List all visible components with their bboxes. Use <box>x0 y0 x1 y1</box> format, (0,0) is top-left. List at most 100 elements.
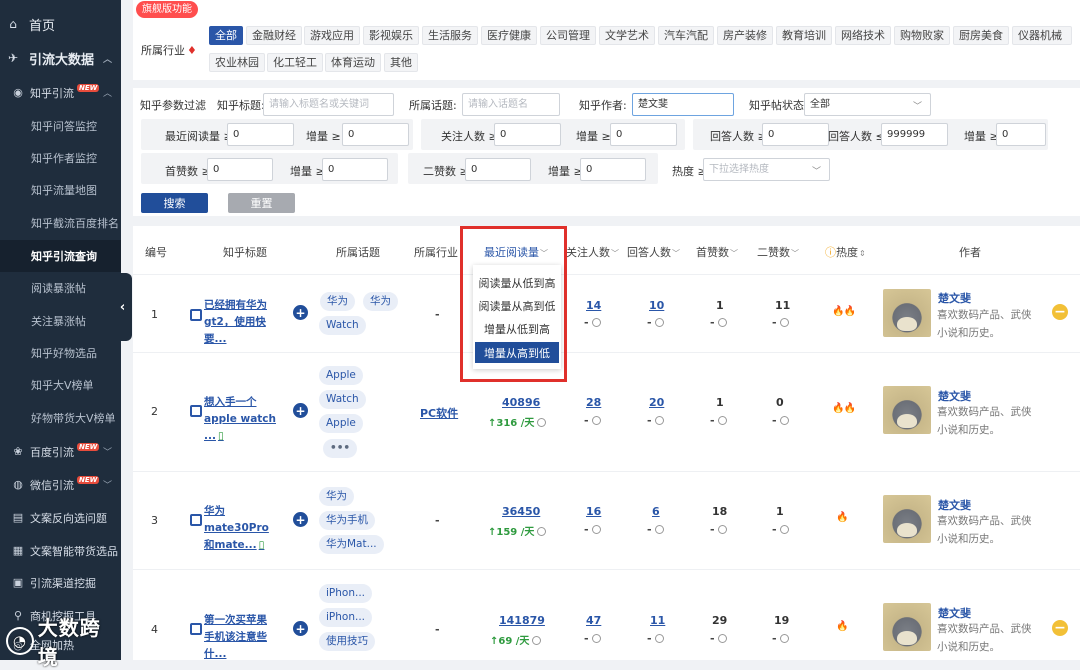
industry-link[interactable]: PC软件 <box>420 405 458 421</box>
sidebar-item-channel-mining[interactable]: ▣ 引流渠道挖掘 <box>0 566 121 599</box>
topic-tag[interactable]: 华为 <box>320 292 355 311</box>
industry-chip[interactable]: 体育运动 <box>325 53 381 72</box>
sort-option-inc-desc[interactable]: 增量从高到低 <box>475 342 559 363</box>
col-header-heat[interactable]: ⓘ热度⇕ <box>825 244 866 260</box>
follow-count[interactable]: 14 <box>586 299 601 312</box>
follow-count[interactable]: 47 <box>586 614 601 627</box>
add-icon[interactable]: + <box>293 403 308 418</box>
recent-read-input[interactable]: 0 <box>227 123 294 146</box>
industry-chip[interactable]: 网络技术 <box>835 26 891 45</box>
sidebar-item-zhihu-author-monitor[interactable]: 知乎作者监控 <box>0 142 121 174</box>
answer-count[interactable]: 10 <box>649 299 664 312</box>
remove-icon[interactable]: − <box>1052 304 1068 320</box>
topic-tag[interactable]: Watch <box>319 316 366 335</box>
read-increment-input[interactable]: 0 <box>342 123 409 146</box>
answer-max-input[interactable]: 999999 <box>881 123 948 146</box>
industry-chip[interactable]: 教育培训 <box>776 26 832 45</box>
qrcode-icon[interactable] <box>190 405 202 417</box>
sidebar-item-wenan-reverse[interactable]: ▤ 文案反向选问题 <box>0 501 121 534</box>
topic-filter-input[interactable]: 请输入话题名 <box>462 93 560 116</box>
sidebar-item-follow-surge[interactable]: 关注暴涨帖 <box>0 305 121 337</box>
industry-chip[interactable]: 农业林园 <box>209 53 265 72</box>
answer-increment-input[interactable]: 0 <box>996 123 1046 146</box>
author-name[interactable]: 楚文斐 <box>938 605 971 621</box>
topic-tag[interactable]: Watch <box>319 390 366 409</box>
sort-option-read-desc[interactable]: 阅读量从高到低 <box>475 295 559 316</box>
industry-chip[interactable]: 厨房美食 <box>953 26 1009 45</box>
sidebar-item-traffic-data[interactable]: ✈ 引流大数据 ︿ <box>0 38 121 78</box>
post-title-link[interactable]: 想入手一个apple watch ... ▯ <box>204 394 276 445</box>
answer-min-input[interactable]: 0 <box>762 123 829 146</box>
topic-tag[interactable]: 华为Mat... <box>319 535 384 554</box>
topic-tag[interactable]: iPhon... <box>319 608 372 627</box>
sidebar-item-zhihu-qa-monitor[interactable]: 知乎问答监控 <box>0 110 121 142</box>
author-avatar[interactable] <box>883 289 931 337</box>
sidebar-collapse-button[interactable]: ‹ <box>113 273 132 341</box>
answer-count[interactable]: 11 <box>650 614 665 627</box>
sidebar-item-goods-bigv[interactable]: 好物带货大V榜单 <box>0 402 121 434</box>
industry-chip[interactable]: 购物败家 <box>894 26 950 45</box>
post-title-link[interactable]: 华为mate30Pro和mate... ▯ <box>204 503 276 554</box>
second-like-increment-input[interactable]: 0 <box>580 158 646 181</box>
author-avatar[interactable] <box>883 603 931 651</box>
author-avatar[interactable] <box>883 495 931 543</box>
col-header-second-like[interactable]: 二赞数﹀ <box>757 244 799 260</box>
post-status-select[interactable]: 全部 ﹀ <box>804 93 931 116</box>
sort-option-inc-asc[interactable]: 增量从低到高 <box>475 318 559 339</box>
industry-chip[interactable]: 其他 <box>384 53 418 72</box>
topic-tag[interactable]: Apple <box>319 366 363 385</box>
answer-count[interactable]: 6 <box>652 505 660 518</box>
industry-chip[interactable]: 化工轻工 <box>267 53 323 72</box>
post-title-link[interactable]: 已经拥有华为gt2，使用快要... <box>204 297 276 348</box>
qrcode-icon[interactable] <box>190 623 202 635</box>
follow-increment-input[interactable]: 0 <box>610 123 677 146</box>
reset-button[interactable]: 重置 <box>228 193 295 213</box>
second-like-input[interactable]: 0 <box>465 158 531 181</box>
sidebar-item-zhihu-bigv[interactable]: 知乎大V榜单 <box>0 369 121 401</box>
col-header-first-like[interactable]: 首赞数﹀ <box>696 244 738 260</box>
industry-chip[interactable]: 文学艺术 <box>599 26 655 45</box>
more-topics-button[interactable]: ••• <box>323 439 358 458</box>
sidebar-item-zhihu-baidu-rank[interactable]: 知乎截流百度排名 <box>0 207 121 239</box>
sidebar-item-wenan-smart[interactable]: ▦ 文案智能带货选品 <box>0 534 121 567</box>
remove-icon[interactable]: − <box>1052 620 1068 636</box>
sidebar-item-zhihu-traffic-query[interactable]: 知乎引流查询 <box>0 240 121 272</box>
sidebar-item-zhihu[interactable]: ◉ 知乎引流 NEW ︿ <box>0 76 121 109</box>
industry-chip[interactable]: 游戏应用 <box>304 26 360 45</box>
col-header-follow[interactable]: 关注人数﹀ <box>566 244 619 260</box>
industry-chip[interactable]: 影视娱乐 <box>363 26 419 45</box>
topic-tag[interactable]: 使用技巧 <box>319 632 375 651</box>
heat-select[interactable]: 下拉选择热度 ﹀ <box>703 158 830 181</box>
col-header-answer[interactable]: 回答人数﹀ <box>627 244 680 260</box>
author-filter-input[interactable]: 楚文斐 <box>632 93 734 116</box>
recent-read-count[interactable]: 40896 <box>502 396 540 409</box>
industry-chip[interactable]: 房产装修 <box>717 26 773 45</box>
recent-read-count[interactable]: 141879 <box>499 614 545 627</box>
author-name[interactable]: 楚文斐 <box>938 290 971 306</box>
topic-tag[interactable]: Apple <box>319 414 363 433</box>
add-icon[interactable]: + <box>293 512 308 527</box>
industry-chip[interactable]: 汽车汽配 <box>658 26 714 45</box>
industry-chip[interactable]: 仪器机械 <box>1012 26 1072 45</box>
sidebar-item-read-surge[interactable]: 阅读暴涨帖 <box>0 272 121 304</box>
recent-read-count[interactable]: 36450 <box>502 505 540 518</box>
sidebar-item-wechat[interactable]: ◍ 微信引流 NEW ﹀ <box>0 468 121 501</box>
follow-count[interactable]: 28 <box>586 396 601 409</box>
first-like-increment-input[interactable]: 0 <box>322 158 388 181</box>
author-avatar[interactable] <box>883 386 931 434</box>
add-icon[interactable]: + <box>293 621 308 636</box>
author-name[interactable]: 楚文斐 <box>938 497 971 513</box>
answer-count[interactable]: 20 <box>649 396 664 409</box>
industry-chip[interactable]: 医疗健康 <box>481 26 537 45</box>
sidebar-item-baidu[interactable]: ❀ 百度引流 NEW ﹀ <box>0 435 121 468</box>
topic-tag[interactable]: 华为 <box>319 487 354 506</box>
title-filter-input[interactable]: 请输入标题名或关键词 <box>263 93 394 116</box>
post-title-link[interactable]: 第一次买苹果手机该注意些什... <box>204 612 276 663</box>
industry-chip[interactable]: 生活服务 <box>422 26 478 45</box>
search-button[interactable]: 搜索 <box>141 193 208 213</box>
topic-tag[interactable]: iPhon... <box>319 584 372 603</box>
topic-tag[interactable]: 华为 <box>363 292 398 311</box>
sort-option-read-asc[interactable]: 阅读量从低到高 <box>475 272 559 293</box>
industry-chip-all[interactable]: 全部 <box>209 26 243 45</box>
follow-input[interactable]: 0 <box>494 123 561 146</box>
